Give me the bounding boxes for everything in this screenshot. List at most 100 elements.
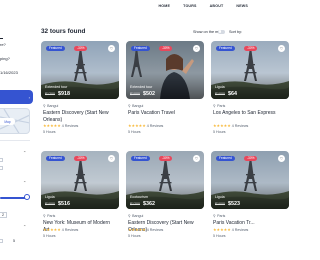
current-price: $362 <box>143 201 155 207</box>
review-count: 4 Reviews <box>231 228 249 232</box>
tour-duration: 5 Hours <box>128 130 141 134</box>
tour-card[interactable]: Featured -30% ♡ Extended tour $1000 $502… <box>126 41 204 147</box>
featured-badge: Featured <box>46 46 65 51</box>
star-rating-icon: ★★★★★ <box>213 123 231 128</box>
tour-image[interactable]: Featured -30% ♡ Ligula $1000 $523 <box>211 151 289 209</box>
location-pin-icon: ⚲ <box>43 104 46 108</box>
heart-icon[interactable]: ♡ <box>193 155 200 162</box>
star-rating-icon: ★★★★★ <box>128 123 146 128</box>
tour-duration: 5 Hours <box>213 234 226 238</box>
featured-badge: Featured <box>131 156 150 161</box>
filter-checkbox[interactable] <box>0 239 3 243</box>
location-text: Bangui <box>47 104 59 108</box>
tour-rating: ★★★★★4 Reviews <box>128 123 163 128</box>
tour-location: ⚲ Paris <box>43 214 55 218</box>
tour-card[interactable]: Featured -30% ♡ Extended tour $1200 $918… <box>41 41 119 147</box>
current-price: $918 <box>58 91 70 97</box>
featured-badge: Featured <box>46 156 65 161</box>
location-text: Paris <box>47 214 56 218</box>
nav-home[interactable]: HOME <box>159 4 171 8</box>
filter-count: 5 <box>13 239 15 243</box>
old-price: $1000 <box>130 92 140 96</box>
old-price: $1000 <box>215 202 225 206</box>
tour-image[interactable]: Featured -30% ♡ Extended tour $1000 $502 <box>126 41 204 99</box>
search-button[interactable]: › <box>0 90 33 104</box>
discount-badge: -30% <box>159 156 173 161</box>
filter-chip[interactable]: 2 <box>0 212 7 218</box>
tour-price: $1000 $523 <box>215 201 240 207</box>
sidebar-divider <box>0 38 3 39</box>
review-count: 4 Reviews <box>61 124 79 128</box>
tour-duration: 5 Hours <box>43 234 56 238</box>
star-rating-icon: ★★★★★ <box>43 227 61 232</box>
tour-price: $1200 $918 <box>45 91 70 97</box>
tour-image[interactable]: Featured -30% ♡ Ligula $1000 $516 <box>41 151 119 209</box>
tour-category: Ligula <box>45 195 55 199</box>
price-slider-track[interactable] <box>0 197 27 199</box>
chevron-up-icon[interactable]: ⌃ <box>23 150 27 155</box>
tour-price: $1200 $362 <box>130 201 155 207</box>
heart-icon[interactable]: ♡ <box>193 45 200 52</box>
tour-card[interactable]: Featured -30% ♡ Ligula $1000 $516 ⚲ Paris… <box>41 151 119 257</box>
tour-price: $1000 $502 <box>130 91 155 97</box>
tour-category: Ecotourism <box>130 195 148 199</box>
tour-location: ⚲ Bangui <box>43 104 58 108</box>
price-slider-handle[interactable] <box>24 194 30 200</box>
heart-icon[interactable]: ♡ <box>278 155 285 162</box>
featured-badge: Featured <box>216 46 235 51</box>
tour-image[interactable]: Featured -30% ♡ Extended tour $1200 $918 <box>41 41 119 99</box>
location-text: Bangui <box>132 104 144 108</box>
sidebar-map[interactable]: Map <box>0 108 30 134</box>
old-price: $1000 <box>215 92 225 96</box>
nav-about[interactable]: ABOUT <box>210 4 224 8</box>
show-map-toggle[interactable] <box>218 29 225 34</box>
review-count: 4 Reviews <box>146 124 164 128</box>
tour-card[interactable]: Featured -30% ♡ Ligula $1000 $64 ⚲ Paris … <box>211 41 289 147</box>
tour-category: Ligula <box>215 195 225 199</box>
tour-rating: ★★★★★4 Reviews <box>213 123 248 128</box>
filter-checkbox[interactable] <box>0 158 3 162</box>
nav-tours[interactable]: TOURS <box>183 4 197 8</box>
tour-image[interactable]: Featured -30% ♡ Ligula $1000 $64 <box>211 41 289 99</box>
discount-badge: -30% <box>244 156 258 161</box>
tour-card[interactable]: Featured -30% ♡ Ligula $1000 $523 ⚲ Paris… <box>211 151 289 257</box>
star-rating-icon: ★★★★★ <box>128 227 146 232</box>
tour-rating: ★★★★★4 Reviews <box>43 227 78 232</box>
current-price: $523 <box>228 201 240 207</box>
tour-image[interactable]: Featured -30% ♡ Ecotourism $1200 $362 <box>126 151 204 209</box>
chevron-up-icon[interactable]: ⌃ <box>23 180 27 185</box>
tour-location: ⚲ Bangui <box>128 214 143 218</box>
review-count: 4 Reviews <box>61 228 79 232</box>
tour-rating: ★★★★★4 Reviews <box>128 227 163 232</box>
sidebar-question-2: ping? <box>0 56 10 61</box>
old-price: $1200 <box>130 202 140 206</box>
tour-price: $1000 $516 <box>45 201 70 207</box>
heart-icon[interactable]: ♡ <box>108 155 115 162</box>
featured-badge: Featured <box>131 46 150 51</box>
location-text: Paris <box>217 104 226 108</box>
heart-icon[interactable]: ♡ <box>278 45 285 52</box>
map-label[interactable]: Map <box>0 118 15 125</box>
sort-by-dropdown[interactable]: Sort by: <box>229 30 242 34</box>
current-price: $516 <box>58 201 70 207</box>
heart-icon[interactable]: ♡ <box>108 45 115 52</box>
tour-title[interactable]: Los Angeles to San Express <box>213 110 287 117</box>
discount-badge: -30% <box>74 156 88 161</box>
tour-location: ⚲ Paris <box>213 214 225 218</box>
filter-checkbox[interactable] <box>0 166 3 170</box>
current-price: $64 <box>228 91 237 97</box>
nav-news[interactable]: NEWS <box>236 4 248 8</box>
old-price: $1000 <box>45 202 55 206</box>
tours-found-title: 32 tours found <box>41 28 86 35</box>
featured-badge: Featured <box>216 156 235 161</box>
tour-title[interactable]: Paris Vacation Travel <box>128 110 202 117</box>
sidebar-date[interactable]: 1/16/2023 <box>0 70 18 75</box>
discount-badge: -30% <box>159 46 173 51</box>
tour-card[interactable]: Featured -30% ♡ Ecotourism $1200 $362 ⚲ B… <box>126 151 204 257</box>
review-count: 4 Reviews <box>231 124 249 128</box>
sidebar-question-1: re? <box>0 42 6 47</box>
chevron-up-icon[interactable]: ⌃ <box>23 224 27 229</box>
tour-title[interactable]: Eastern Discovery (Start New Orleans) <box>43 110 117 123</box>
sidebar-separator <box>0 140 30 141</box>
tour-title[interactable]: Paris Vacation Tr... <box>213 220 287 227</box>
